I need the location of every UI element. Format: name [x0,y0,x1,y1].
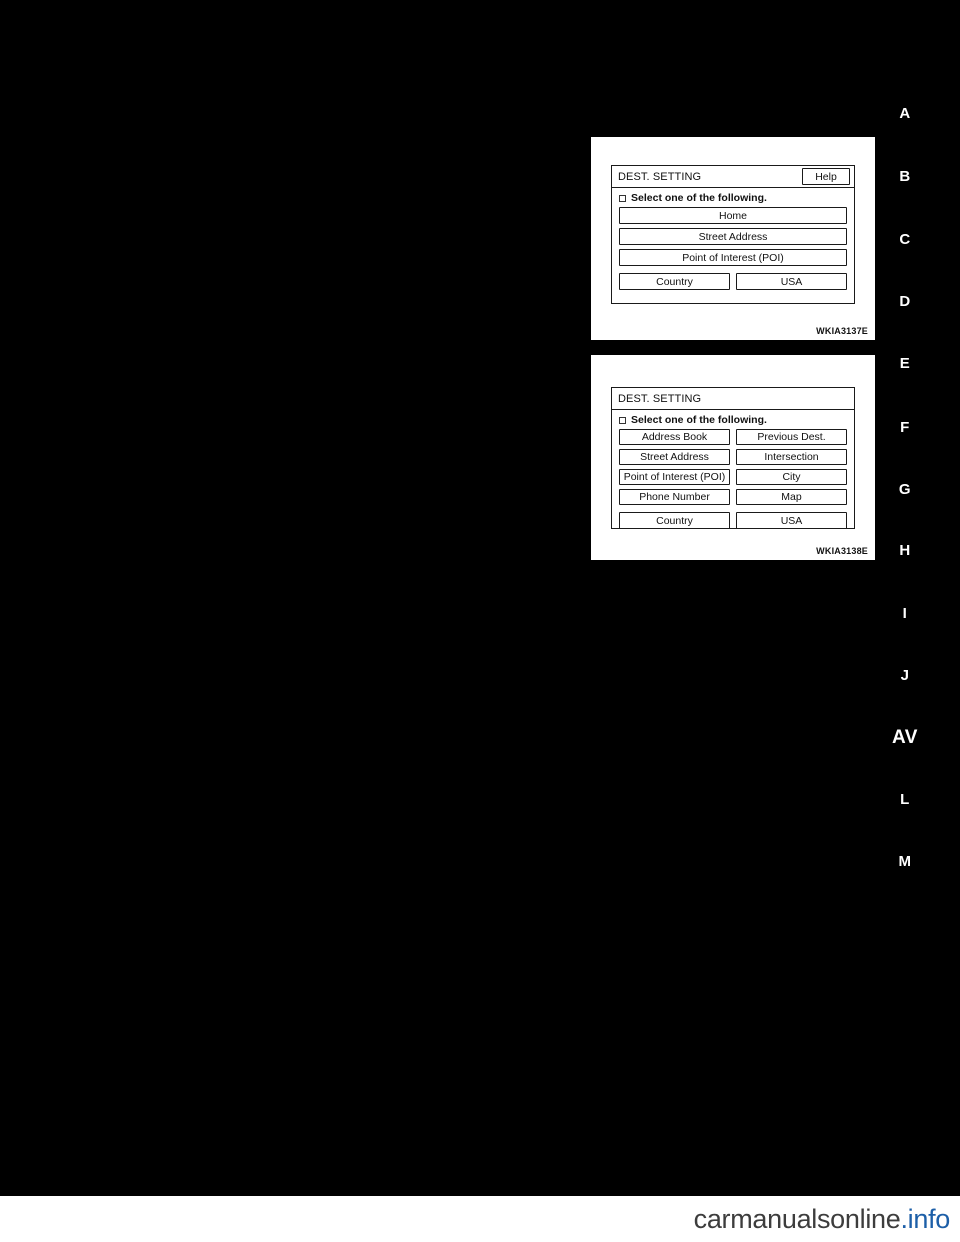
nav-screen-dest-setting-full: DEST. SETTING Select one of the followin… [611,387,855,529]
country-value-button[interactable]: USA [736,273,847,290]
section-tab-i[interactable]: I [885,605,925,622]
prompt-row: Select one of the following. [612,188,854,207]
figure-code-1: WKIA3137E [816,326,868,336]
section-tab-b[interactable]: B [885,168,925,185]
section-tab-av[interactable]: AV [885,727,925,749]
country-row: Country USA [612,505,854,529]
menu-item-city[interactable]: City [736,469,847,485]
section-tab-m[interactable]: M [885,853,925,870]
section-tab-h[interactable]: H [885,542,925,559]
menu-item-intersection[interactable]: Intersection [736,449,847,465]
screen-title: DEST. SETTING [618,170,702,183]
screen-title: DEST. SETTING [618,392,702,405]
menu-item-street-address[interactable]: Street Address [619,449,730,465]
figure-panel-2: DEST. SETTING Select one of the followin… [591,355,875,560]
section-tab-d[interactable]: D [885,293,925,310]
figure-panel-1: DEST. SETTING Help Select one of the fol… [591,137,875,340]
bullet-square-icon [619,416,626,424]
menu-grid: Address Book Previous Dest. Street Addre… [612,429,854,505]
menu-item-point-of-interest[interactable]: Point of Interest (POI) [619,469,730,485]
section-tab-e[interactable]: E [885,355,925,372]
section-tab-l[interactable]: L [885,791,925,808]
menu-item-phone-number[interactable]: Phone Number [619,489,730,505]
watermark-main-text: carmanualsonline [693,1203,901,1234]
nav-screen-dest-setting-short: DEST. SETTING Help Select one of the fol… [611,165,855,304]
menu-item-map[interactable]: Map [736,489,847,505]
help-button[interactable]: Help [802,168,850,185]
section-tab-g[interactable]: G [885,481,925,498]
section-tab-a[interactable]: A [885,105,925,122]
prompt-row: Select one of the following. [612,410,854,429]
screen-title-row: DEST. SETTING [612,388,854,410]
footer-watermark: carmanualsonline .info [0,1196,960,1242]
watermark-suffix-text: .info [900,1203,950,1234]
country-row: Country USA [612,266,854,290]
section-tab-c[interactable]: C [885,231,925,248]
figure-code-2: WKIA3138E [816,546,868,556]
prompt-text: Select one of the following. [631,414,767,426]
menu-item-point-of-interest[interactable]: Point of Interest (POI) [619,249,847,266]
menu-item-previous-dest[interactable]: Previous Dest. [736,429,847,445]
bullet-square-icon [619,194,626,202]
country-button[interactable]: Country [619,512,730,529]
screen-title-row: DEST. SETTING Help [612,166,854,188]
country-button[interactable]: Country [619,273,730,290]
section-tab-f[interactable]: F [885,419,925,436]
section-tab-j[interactable]: J [885,667,925,684]
country-value-button[interactable]: USA [736,512,847,529]
prompt-text: Select one of the following. [631,192,767,204]
menu-list: Home Street Address Point of Interest (P… [612,207,854,266]
menu-item-street-address[interactable]: Street Address [619,228,847,245]
menu-item-address-book[interactable]: Address Book [619,429,730,445]
menu-item-home[interactable]: Home [619,207,847,224]
